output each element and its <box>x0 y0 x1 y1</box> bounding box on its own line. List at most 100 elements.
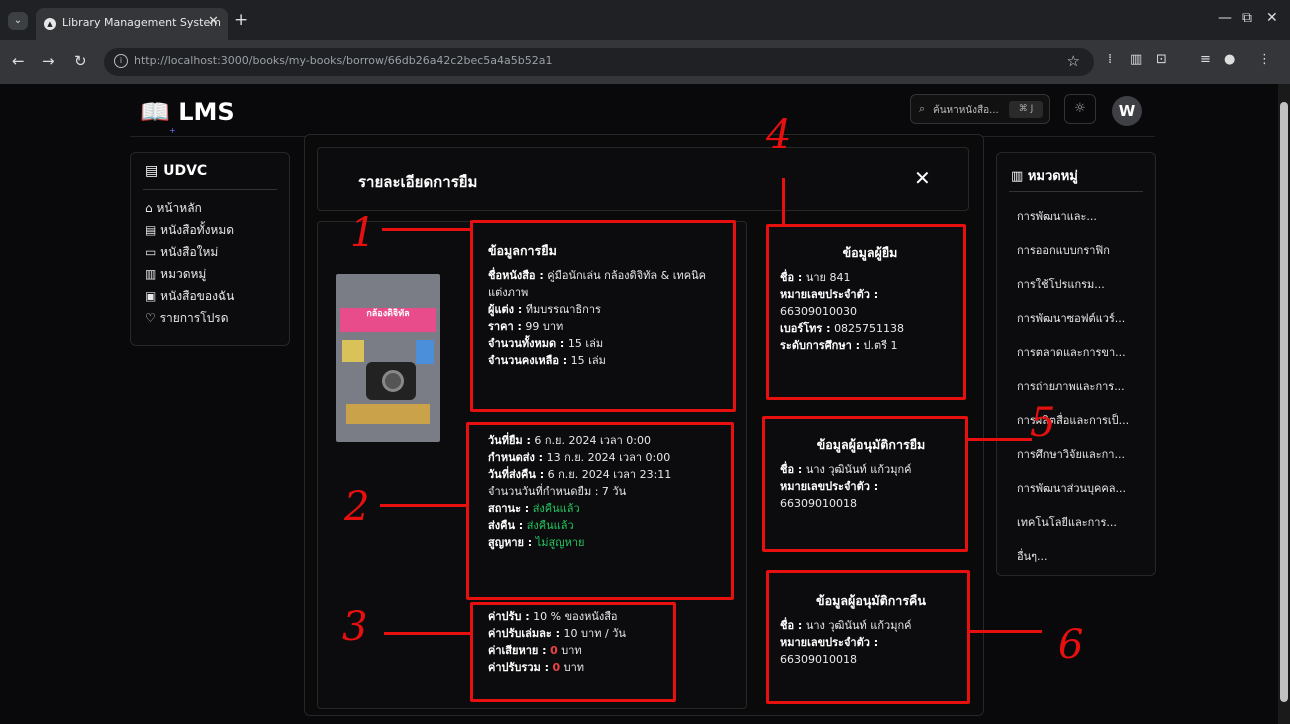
category-item[interactable]: เทคโนโลยีและการ... <box>1017 513 1117 531</box>
total-label: จำนวนทั้งหมด : <box>488 337 565 350</box>
borrower-heading: ข้อมูลผู้ยืม <box>842 245 898 260</box>
categories-panel: ▥ หมวดหมู่ การพัฒนาและ... การออกแบบกราฟิ… <box>996 152 1156 576</box>
return-approver-name-label: ชื่อ : <box>780 619 803 632</box>
returned-label: ส่งคืน : <box>488 519 524 532</box>
lost-label: สูญหาย : <box>488 536 533 549</box>
returned-value: ส่งคืนแล้ว <box>526 519 574 532</box>
sidebar-item-new-books[interactable]: ▭ หนังสือใหม่ <box>145 243 218 262</box>
borrower-section: ข้อมูลผู้ยืม ชื่อ : นาย 841 หมายเลขประจำ… <box>780 244 960 354</box>
category-item[interactable]: การใช้โปรแกรม... <box>1017 275 1105 293</box>
close-icon[interactable]: ✕ <box>914 166 931 190</box>
borrower-id-label: หมายเลขประจำตัว : <box>780 288 879 301</box>
camera-icon <box>366 362 416 400</box>
education-label: ระดับการศึกษา : <box>780 339 860 352</box>
logo-dot: + <box>169 126 176 135</box>
annotation-number-1: 1 <box>350 210 376 256</box>
return-approver-section: ข้อมูลผู้อนุมัติการคืน ชื่อ : นาง วุฒินั… <box>780 592 962 668</box>
annotation-number-5: 5 <box>1030 400 1056 446</box>
modal-header: รายละเอียดการยืม ✕ <box>317 147 969 211</box>
return-approver-heading: ข้อมูลผู้อนุมัติการคืน <box>816 593 926 608</box>
bookmark-star-icon[interactable]: ☆ <box>1067 52 1080 70</box>
search-box[interactable]: ⌕ ค้นหาหนังสือ... ⌘ J <box>910 94 1050 124</box>
browser-tab[interactable]: ▲ Library Management System ✕ <box>36 8 228 40</box>
book-open-icon: 📖 <box>140 98 170 126</box>
profile-icon[interactable]: ● <box>1224 52 1235 67</box>
borrow-date-value: 6 ก.ย. 2024 เวลา 0:00 <box>534 434 652 447</box>
media-icon[interactable]: ≡ <box>1200 52 1211 67</box>
price-label: ราคา : <box>488 320 522 333</box>
cover-photo <box>416 340 434 364</box>
category-item[interactable]: การออกแบบกราฟิก <box>1017 241 1110 259</box>
education-value: ป.ตรี 1 <box>863 339 898 352</box>
restore-icon[interactable]: ⧉ <box>1242 10 1252 26</box>
menu-icon[interactable]: ⋮ <box>1258 52 1271 67</box>
sidebar-item-home[interactable]: ⌂ หน้าหลัก <box>145 199 202 218</box>
search-placeholder: ค้นหาหนังสือ... <box>933 105 999 116</box>
tab-close-icon[interactable]: ✕ <box>208 14 219 29</box>
sidebar-item-my-books[interactable]: ▣ หนังสือของฉัน <box>145 287 234 306</box>
borrow-date-label: วันที่ยืม : <box>488 434 531 447</box>
back-icon[interactable]: ← <box>12 52 25 70</box>
annotation-number-2: 2 <box>344 484 370 530</box>
sidebar-item-all-books[interactable]: ▤ หนังสือทั้งหมด <box>145 221 234 240</box>
sidebar-item-categories[interactable]: ▥ หมวดหมู่ <box>145 265 206 284</box>
return-date-value: 6 ก.ย. 2024 เวลา 23:11 <box>547 468 672 481</box>
cover-photo <box>342 340 364 362</box>
author-label: ผู้แต่ง : <box>488 303 523 316</box>
annotation-number-6: 6 <box>1058 622 1084 668</box>
remain-value: 15 เล่ม <box>570 354 606 367</box>
status-label: สถานะ : <box>488 502 530 515</box>
category-item[interactable]: อื่นๆ... <box>1017 547 1048 565</box>
annotation-line-5 <box>968 438 1032 441</box>
new-tab-button[interactable]: + <box>234 10 248 30</box>
due-date-value: 13 ก.ย. 2024 เวลา 0:00 <box>546 451 671 464</box>
approver-name-label: ชื่อ : <box>780 463 803 476</box>
avatar[interactable]: W <box>1112 96 1142 126</box>
fine-value: 10 % ของหนังสือ <box>533 610 618 623</box>
annotation-line-4 <box>782 178 785 224</box>
window-close-icon[interactable]: ✕ <box>1266 10 1278 26</box>
scrollbar-thumb[interactable] <box>1280 102 1288 702</box>
cover-photo <box>346 404 430 424</box>
return-approver-id-label: หมายเลขประจำตัว : <box>780 636 879 649</box>
borrow-days-text: จำนวนวันที่กำหนดยืม : 7 วัน <box>488 485 627 498</box>
address-bar-row: ← → ↻ i http://localhost:3000/books/my-b… <box>0 40 1290 84</box>
reload-icon[interactable]: ↻ <box>74 52 87 70</box>
phone-value: 0825751138 <box>834 322 905 335</box>
annotation-number-4: 4 <box>766 112 792 158</box>
category-item[interactable]: การตลาดและการขา... <box>1017 343 1126 361</box>
categories-title: ▥ หมวดหมู่ <box>1011 169 1078 184</box>
category-item[interactable]: การพัฒนาซอฟต์แวร์... <box>1017 309 1125 327</box>
url-bar[interactable]: i http://localhost:3000/books/my-books/b… <box>104 48 1094 76</box>
book-cover-title: กล้องดิจิทัล <box>340 308 436 332</box>
borrower-id-value: 66309010030 <box>780 305 857 318</box>
tab-title: Library Management System <box>62 16 221 29</box>
site-info-icon[interactable]: i <box>114 54 128 68</box>
category-item[interactable]: การถ่ายภาพและการ... <box>1017 377 1125 395</box>
annotation-line-1 <box>382 228 470 231</box>
sidebar-item-favorites[interactable]: ♡ รายการโปรด <box>145 309 229 328</box>
category-item[interactable]: การพัฒนาส่วนบุคคล... <box>1017 479 1126 497</box>
per-book-fine-value: 10 บาท / วัน <box>563 627 626 640</box>
total-fine-value: 0 <box>552 661 561 674</box>
category-item[interactable]: การพัฒนาและ... <box>1017 207 1097 225</box>
sidebar: ▤ UDVC ⌂ หน้าหลัก ▤ หนังสือทั้งหมด ▭ หนั… <box>130 152 290 346</box>
page-scrollbar[interactable] <box>1278 84 1290 724</box>
extensions-puzzle-icon[interactable]: ⊡ <box>1156 52 1167 67</box>
baht-unit: บาท <box>563 661 585 674</box>
extension-icon[interactable]: ▥ <box>1130 52 1142 67</box>
due-date-label: กำหนดส่ง : <box>488 451 544 464</box>
category-item[interactable]: การศึกษาวิจัยและกา... <box>1017 445 1125 463</box>
modal-title: รายละเอียดการยืม <box>358 173 478 191</box>
logo-text: LMS <box>178 98 235 126</box>
app-logo[interactable]: 📖 LMS <box>140 98 235 126</box>
extension-icon[interactable]: ⁞ <box>1108 52 1112 67</box>
minimize-icon[interactable]: — <box>1218 10 1232 26</box>
approver-id-value: 66309010018 <box>780 497 857 510</box>
total-fine-label: ค่าปรับรวม : <box>488 661 549 674</box>
forward-icon[interactable]: → <box>42 52 55 70</box>
theme-toggle-button[interactable]: ☼ <box>1064 94 1096 124</box>
url-text: http://localhost:3000/books/my-books/bor… <box>134 54 553 67</box>
annotation-number-3: 3 <box>342 604 368 650</box>
tab-search-button[interactable]: ⌄ <box>8 12 28 30</box>
